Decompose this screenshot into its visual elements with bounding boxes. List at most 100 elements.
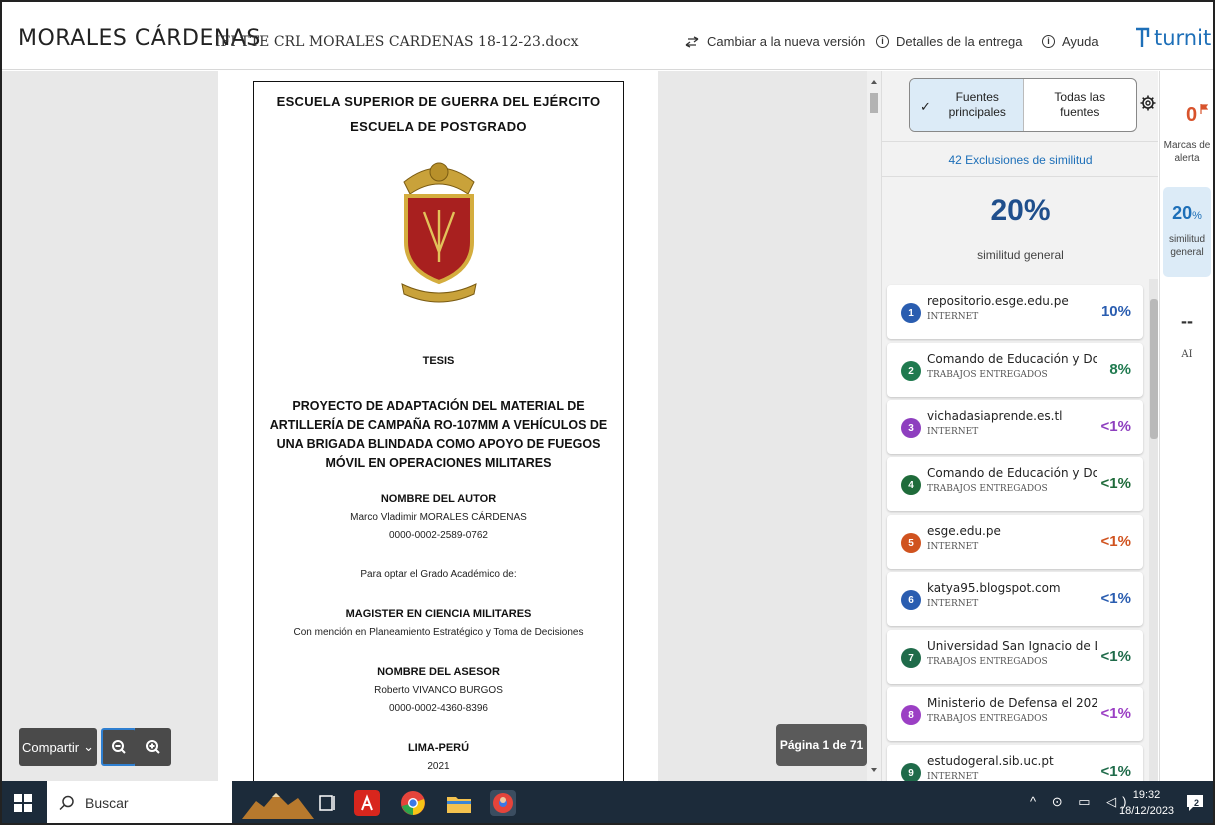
similarity-rail-button[interactable]: 20% similitud general — [1163, 187, 1211, 277]
overall-similarity-percent: 20% — [990, 194, 1051, 227]
doc-postgrad: ESCUELA DE POSTGRADO — [350, 119, 527, 134]
advisor-name: Roberto VIVANCO BURGOS — [374, 685, 503, 696]
match-item[interactable]: 1 repositorio.esge.edu.pe INTERNET 10% — [887, 285, 1143, 339]
swap-arrows-icon — [685, 35, 699, 48]
match-source-type: TRABAJOS ENTREGADOS — [927, 714, 1048, 724]
submission-details-link[interactable]: i Detalles de la entrega — [876, 34, 1022, 49]
ai-label: AI — [1181, 349, 1193, 360]
clock-time: 19:32 — [1132, 789, 1161, 801]
match-item[interactable]: 4 Comando de Educación y Doctri... TRABA… — [887, 457, 1143, 511]
taskbar-clock[interactable]: 19:32 18/12/2023 — [1119, 787, 1174, 819]
clock-date: 18/12/2023 — [1119, 805, 1175, 817]
overall-similarity-label: similitud general — [977, 248, 1064, 262]
ai-value: -- — [1181, 311, 1193, 331]
match-source-type: TRABAJOS ENTREGADOS — [927, 657, 1048, 667]
match-source-type: INTERNET — [927, 542, 979, 552]
system-tray-icons[interactable]: ^ ⊙ ▭ ◁) — [1030, 794, 1132, 810]
check-icon: ✓ — [920, 99, 931, 114]
info-icon: i — [876, 35, 889, 48]
tab-all-sources[interactable]: Todas las fuentes — [1022, 79, 1137, 131]
zoom-in-button[interactable] — [135, 728, 171, 766]
rail-similarity-value: 20 — [1172, 203, 1193, 223]
match-item[interactable]: 6 katya95.blogspot.com INTERNET <1% — [887, 572, 1143, 626]
mountain-wallpaper-icon[interactable] — [242, 789, 314, 819]
document-scrollbar[interactable] — [867, 71, 881, 781]
taskbar-search-box[interactable]: Buscar — [47, 781, 232, 823]
gear-icon[interactable] — [1140, 95, 1156, 111]
match-item[interactable]: 3 vichadasiaprende.es.tl INTERNET <1% — [887, 400, 1143, 454]
author-orcid: 0000-0002-2589-0762 — [389, 530, 488, 541]
match-list-scrollbar[interactable] — [1149, 279, 1158, 781]
match-item[interactable]: 8 Ministerio de Defensa el 2021-0... TRA… — [887, 687, 1143, 741]
windows-start-icon[interactable] — [14, 794, 32, 812]
match-percent: <1% — [1100, 648, 1131, 665]
help-link[interactable]: i Ayuda — [1042, 34, 1099, 49]
tab-primary-label: Fuentes principales — [948, 90, 1006, 119]
match-percent: <1% — [1100, 590, 1131, 607]
app-frame: MORALES CÁRDENAS IFI TTE CRL MORALES CAR… — [0, 0, 1215, 825]
match-item[interactable]: 7 Universidad San Ignacio de Loy... TRAB… — [887, 630, 1143, 684]
match-rank: 9 — [901, 763, 921, 781]
match-item[interactable]: 5 esge.edu.pe INTERNET <1% — [887, 515, 1143, 569]
acrobat-reader-icon[interactable] — [354, 790, 380, 816]
match-list-scroll-thumb[interactable] — [1150, 299, 1158, 439]
page-border: ESCUELA SUPERIOR DE GUERRA DEL EJÉRCITO … — [253, 81, 624, 781]
match-percent: 8% — [1109, 361, 1131, 378]
match-rank: 1 — [901, 303, 921, 323]
match-source-name: Comando de Educación y Doctri... — [927, 466, 1097, 480]
chrome-icon[interactable] — [400, 790, 426, 816]
side-rail: 0 Marcas de alerta 20% similitud general… — [1159, 71, 1213, 781]
match-source-type: TRABAJOS ENTREGADOS — [927, 370, 1048, 380]
doc-year: 2021 — [427, 761, 450, 772]
match-source-name: vichadasiaprende.es.tl — [927, 409, 1063, 423]
switch-version-link[interactable]: Cambiar a la nueva versión — [684, 34, 865, 49]
source-filter-toggle: ✓ Fuentes principales Todas las fuentes — [909, 78, 1137, 132]
match-rank: 6 — [901, 590, 921, 610]
match-source-name: Comando de Educación y Doctrin... — [927, 352, 1097, 366]
share-button[interactable]: Compartir ⌄ — [19, 728, 97, 766]
match-rank: 5 — [901, 533, 921, 553]
task-view-icon[interactable] — [318, 793, 338, 813]
match-item[interactable]: 9 estudogeral.sib.uc.pt INTERNET <1% — [887, 745, 1143, 781]
match-rank: 7 — [901, 648, 921, 668]
zoom-out-button[interactable] — [101, 728, 137, 766]
document-viewer[interactable]: ESCUELA SUPERIOR DE GUERRA DEL EJÉRCITO … — [2, 71, 870, 781]
file-explorer-icon[interactable] — [446, 790, 472, 816]
switch-version-label: Cambiar a la nueva versión — [707, 34, 866, 49]
notification-center[interactable]: 2 — [1185, 793, 1205, 813]
document-page: ESCUELA SUPERIOR DE GUERRA DEL EJÉRCITO … — [218, 71, 658, 781]
match-source-name: estudogeral.sib.uc.pt — [927, 754, 1054, 768]
windows-taskbar: Buscar ^ ⊙ ▭ ◁) 19:32 18/12/2023 2 — [2, 781, 1213, 823]
match-source-name: katya95.blogspot.com — [927, 581, 1061, 595]
match-percent: <1% — [1100, 705, 1131, 722]
share-label: Compartir — [22, 739, 80, 755]
match-source-type: TRABAJOS ENTREGADOS — [927, 484, 1048, 494]
author-name: Marco Vladimir MORALES CÁRDENAS — [350, 512, 527, 523]
chrome-profile-icon[interactable] — [490, 790, 516, 816]
match-rank: 3 — [901, 418, 921, 438]
match-source-name: Universidad San Ignacio de Loy... — [927, 639, 1097, 653]
match-source-name: Ministerio de Defensa el 2021-0... — [927, 696, 1097, 710]
advisor-heading: NOMBRE DEL ASESOR — [377, 666, 500, 678]
scroll-down-icon — [871, 768, 877, 772]
rail-similarity-percent: 20% — [1163, 203, 1211, 224]
flags-label: Marcas de alerta — [1163, 140, 1211, 164]
advisor-orcid: 0000-0002-4360-8396 — [389, 703, 488, 714]
tab-primary-sources[interactable]: ✓ Fuentes principales — [910, 79, 1023, 131]
doc-place: LIMA-PERÚ — [407, 742, 470, 754]
degree-intro: Para optar el Grado Académico de: — [360, 569, 517, 580]
rail-similarity-unit: % — [1192, 210, 1202, 222]
match-percent: <1% — [1100, 418, 1131, 435]
document-scroll-thumb[interactable] — [870, 93, 878, 113]
similarity-exclusions-link[interactable]: 42 Exclusiones de similitud — [882, 141, 1158, 177]
match-rank: 2 — [901, 361, 921, 381]
turnitin-logo: turnitin — [1133, 26, 1213, 50]
brand-name: turnitin — [1154, 26, 1213, 50]
scroll-up-icon — [871, 80, 877, 84]
match-item[interactable]: 2 Comando de Educación y Doctrin... TRAB… — [887, 343, 1143, 397]
flags-count: 0 — [1186, 104, 1198, 126]
author-heading: NOMBRE DEL AUTOR — [380, 493, 497, 505]
similarity-panel: ✓ Fuentes principales Todas las fuentes … — [881, 71, 1158, 781]
match-source-type: INTERNET — [927, 427, 979, 437]
match-source-type: INTERNET — [927, 312, 979, 322]
